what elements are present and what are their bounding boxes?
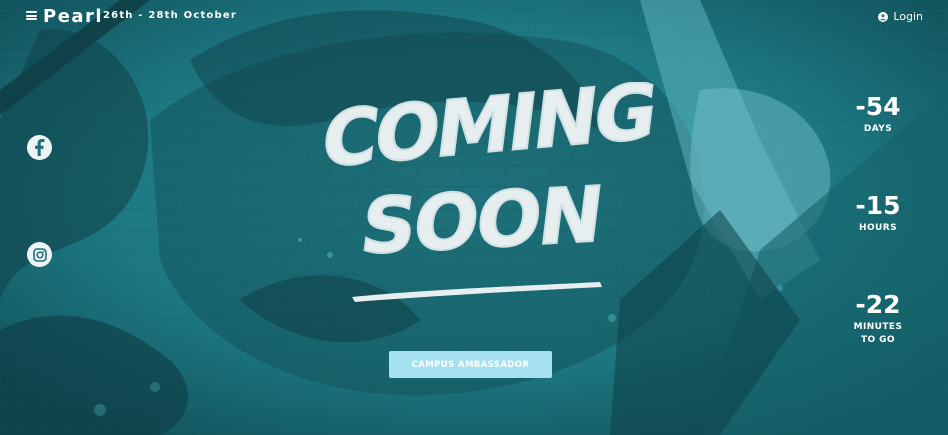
countdown-days: -54 DAYS: [838, 93, 918, 136]
login-label: Login: [893, 10, 923, 23]
minutes-label: MINUTES TO GO: [853, 322, 903, 345]
facebook-icon: [34, 139, 44, 156]
hamburger-menu-icon[interactable]: [26, 11, 37, 20]
minutes-value: -22: [855, 290, 901, 319]
heading-underline: [352, 282, 602, 302]
facebook-button[interactable]: [27, 135, 52, 160]
hours-value: -15: [855, 191, 901, 220]
user-icon: [878, 11, 889, 22]
countdown-minutes: -22 MINUTES TO GO: [838, 291, 918, 347]
heading-line-1: COMING: [317, 82, 659, 186]
event-dates: 26th - 28th October: [103, 10, 237, 21]
login-link[interactable]: Login: [878, 10, 923, 23]
coming-soon-heading: COMING SOON: [316, 82, 660, 302]
countdown-hours: -15 HOURS: [838, 192, 918, 235]
header: Pearl 26th - 28th October Login: [0, 0, 948, 34]
days-value: -54: [855, 92, 901, 121]
days-label: DAYS: [863, 124, 893, 134]
campus-ambassador-button[interactable]: CAMPUS AMBASSADOR: [389, 351, 552, 378]
heading-line-2: SOON: [356, 171, 606, 273]
instagram-icon: [32, 247, 47, 262]
hours-label: HOURS: [859, 223, 897, 233]
instagram-button[interactable]: [27, 242, 52, 267]
brand-logo[interactable]: Pearl: [43, 6, 103, 27]
